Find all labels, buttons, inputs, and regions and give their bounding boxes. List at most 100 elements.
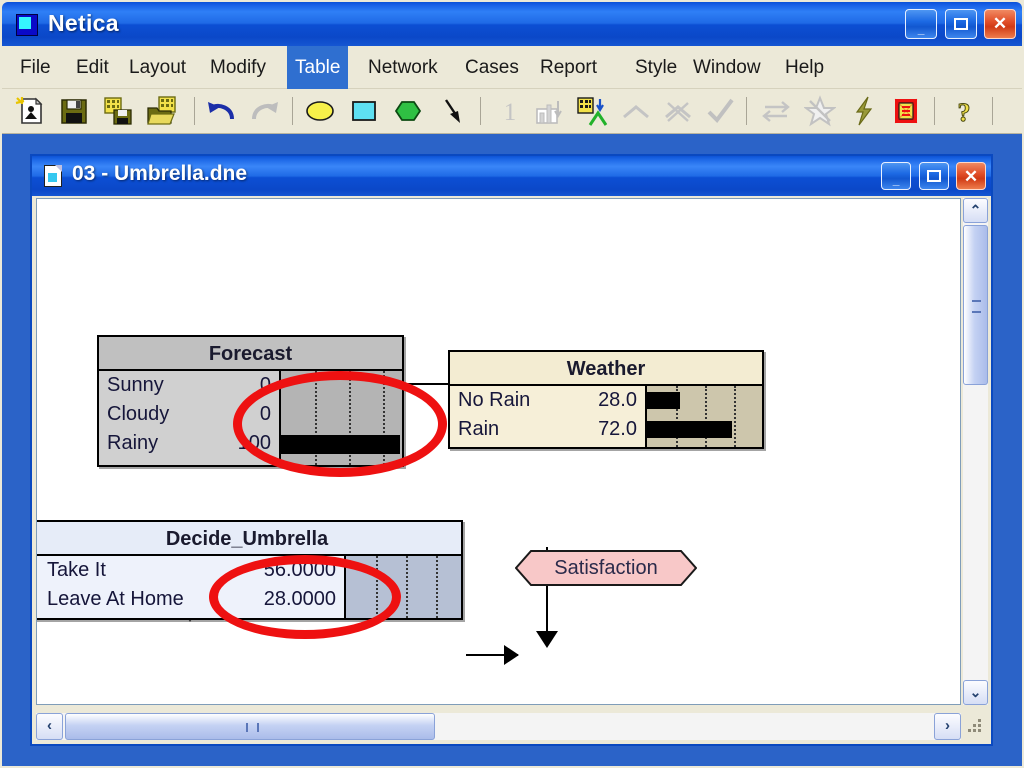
link-decide-to-satisfaction-arrowhead [504, 645, 519, 665]
main-title-bar: Netica _ ✕ [2, 2, 1022, 46]
minimize-button[interactable]: _ [905, 9, 938, 39]
close-button[interactable]: ✕ [984, 9, 1016, 39]
new-network-icon[interactable] [14, 95, 46, 127]
menu-item-report[interactable]: Report [532, 46, 605, 89]
state-value: 72.0 [598, 418, 637, 440]
toolbar-separator [992, 97, 993, 125]
node-weather[interactable]: Weather No Rain 28.0 Rain 72.0 [448, 350, 764, 449]
state-label: Sunny [107, 374, 164, 396]
scroll-up-button[interactable]: ⌃ [963, 198, 988, 223]
help-question-icon[interactable]: ? [948, 95, 980, 128]
menu-bar: File Edit Layout Modify Table Network Ca… [2, 46, 1022, 89]
horizontal-scroll-thumb[interactable] [65, 713, 435, 740]
svg-text:?: ? [958, 98, 971, 127]
document-close-button[interactable]: ✕ [956, 162, 986, 190]
resize-grip[interactable] [961, 714, 987, 740]
node-decide-umbrella-row-take-it[interactable]: Take It 56.0000 [37, 556, 461, 585]
scroll-left-button[interactable]: ‹ [36, 713, 63, 740]
state-label: Take It [47, 559, 106, 581]
menu-item-network[interactable]: Network [360, 46, 446, 89]
state-label: No Rain [458, 389, 531, 411]
table-compile-icon[interactable] [576, 95, 608, 127]
up-arrow-icon [620, 95, 652, 127]
state-label: Rainy [107, 432, 159, 454]
menu-item-cases[interactable]: Cases [457, 46, 527, 89]
node-decide-umbrella-row-leave-at-home[interactable]: Leave At Home 28.0000 [37, 585, 461, 614]
toolbar-separator [480, 97, 481, 125]
checkmark-icon [704, 95, 736, 127]
maximize-icon [946, 10, 976, 38]
open-folder-icon[interactable] [146, 95, 178, 127]
document-title-bar: 03 - Umbrella.dne _ ✕ [32, 156, 991, 196]
scroll-down-button[interactable]: ⌄ [963, 680, 988, 705]
link-weather-to-satisfaction-arrowhead [536, 631, 558, 648]
menu-item-file[interactable]: File [12, 46, 59, 89]
document-icon [44, 165, 62, 187]
node-forecast-row-sunny[interactable]: Sunny 0 [99, 371, 402, 400]
chart-table-icon [534, 95, 566, 127]
absorb-node-icon [803, 95, 837, 127]
menu-item-help[interactable]: Help [777, 46, 832, 89]
menu-item-style[interactable]: Style [627, 46, 685, 89]
node-weather-row-no-rain[interactable]: No Rain 28.0 [450, 386, 762, 415]
close-icon: ✕ [963, 167, 979, 186]
state-value: 28.0000 [263, 588, 336, 610]
state-label: Rain [458, 418, 500, 440]
node-forecast-title: Forecast [99, 337, 402, 371]
utility-node-icon[interactable] [392, 95, 424, 127]
close-icon: ✕ [992, 14, 1008, 33]
state-label: Cloudy [107, 403, 170, 425]
scroll-right-button[interactable]: › [934, 713, 961, 740]
solve-decision-icon[interactable] [890, 95, 922, 127]
nature-node-icon[interactable] [304, 95, 336, 127]
netica-app-icon [16, 14, 38, 36]
mdi-client-area: 03 - Umbrella.dne _ ✕ Forecast Sunny 0 C… [2, 134, 1022, 766]
maximize-button[interactable] [944, 9, 977, 39]
node-satisfaction-title: Satisfaction [554, 557, 658, 579]
netica-application-window: Netica _ ✕ File Edit Layout Modify Table… [0, 0, 1024, 768]
toolbar-separator [746, 97, 747, 125]
redo-icon [248, 95, 280, 127]
node-weather-bar-rain [647, 421, 732, 438]
cut-links-icon [662, 95, 694, 127]
compile-lightning-icon[interactable] [848, 95, 880, 127]
decision-node-icon[interactable] [348, 95, 380, 127]
minimize-icon: _ [892, 173, 900, 187]
toolbar-separator [194, 97, 195, 125]
toolbar-separator [292, 97, 293, 125]
link-arrow-icon[interactable] [436, 95, 468, 127]
state-value: 28.0 [598, 389, 637, 411]
node-forecast-bar-rainy [281, 435, 400, 454]
node-forecast[interactable]: Forecast Sunny 0 Cloudy 0 Rainy 100 [97, 335, 404, 467]
menu-item-edit[interactable]: Edit [68, 46, 117, 89]
node-weather-body: No Rain 28.0 Rain 72.0 [450, 386, 762, 447]
save-as-icon[interactable] [102, 95, 134, 127]
state-value: 56.0000 [263, 559, 336, 581]
menu-item-table[interactable]: Table [287, 46, 349, 89]
node-decide-umbrella[interactable]: Decide_Umbrella Take It 56.0000 Leave At… [37, 520, 463, 620]
node-weather-title: Weather [450, 352, 762, 386]
node-satisfaction[interactable]: Satisfaction [515, 550, 697, 586]
vertical-scroll-thumb[interactable] [963, 225, 988, 385]
maximize-icon [920, 163, 948, 189]
menu-item-modify[interactable]: Modify [202, 46, 274, 89]
menu-item-layout[interactable]: Layout [121, 46, 194, 89]
undo-icon[interactable] [206, 95, 238, 127]
state-value: 100 [237, 432, 271, 454]
state-value: 0 [259, 403, 271, 425]
document-window-controls: _ ✕ [878, 162, 986, 190]
document-maximize-button[interactable] [918, 162, 949, 190]
canvas-vertical-scrollbar[interactable]: ⌃ ⌄ [963, 198, 988, 705]
main-window-controls: _ ✕ [902, 9, 1016, 41]
document-minimize-button[interactable]: _ [881, 162, 912, 190]
network-canvas[interactable]: Forecast Sunny 0 Cloudy 0 Rainy 100 Weat… [36, 198, 961, 705]
node-decide-umbrella-title: Decide_Umbrella [37, 522, 461, 556]
toolbar-separator [934, 97, 935, 125]
menu-item-window[interactable]: Window [685, 46, 769, 89]
reverse-link-icon [760, 95, 792, 127]
node-forecast-row-cloudy[interactable]: Cloudy 0 [99, 400, 402, 429]
save-icon[interactable] [58, 95, 90, 127]
canvas-horizontal-scrollbar[interactable]: ‹ › [36, 713, 961, 740]
state-value: 0 [259, 374, 271, 396]
app-title: Netica [48, 10, 119, 36]
